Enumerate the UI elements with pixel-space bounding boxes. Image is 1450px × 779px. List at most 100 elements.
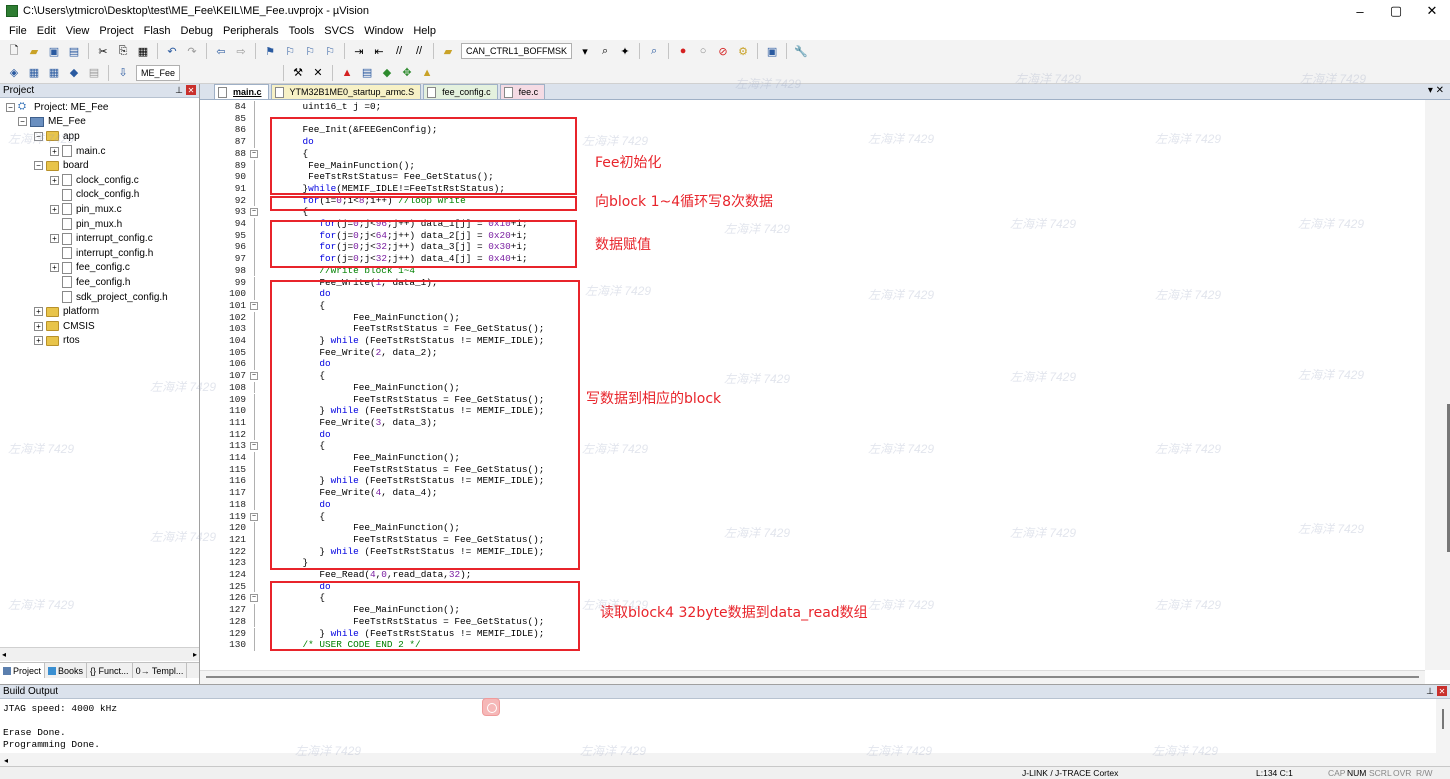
scroll-right-icon[interactable]: ▸ (193, 650, 197, 659)
minimize-button[interactable]: – (1342, 0, 1378, 22)
save-icon[interactable]: ▣ (46, 43, 62, 59)
translate-icon[interactable]: ◈ (6, 65, 22, 81)
comment-icon[interactable]: // (391, 43, 407, 59)
build-output-hscrollbar[interactable]: ◂ (0, 753, 1436, 767)
project-hscrollbar[interactable]: ◂ ▸ (0, 647, 199, 661)
tree-item[interactable]: + main.c (0, 144, 199, 159)
batch-build-icon[interactable]: ◆ (66, 65, 82, 81)
tab-functions[interactable]: {} Funct... (87, 663, 133, 678)
tree-item[interactable]: pin_mux.h (0, 217, 199, 232)
pack-manager-icon[interactable]: ▲ (419, 65, 435, 81)
collapse-icon[interactable]: − (34, 131, 43, 141)
fold-toggle-icon[interactable]: − (250, 442, 258, 451)
tab-startup-s[interactable]: YTM32B1ME0_startup_armc.S (270, 84, 422, 99)
code-line[interactable]: 84 uint16_t j =0; (200, 101, 1425, 113)
fold-toggle-icon[interactable]: − (250, 301, 258, 310)
fold-toggle-icon[interactable]: − (250, 512, 258, 521)
pin-icon[interactable]: ⊥ (175, 85, 183, 96)
uncomment-icon[interactable]: // (411, 43, 427, 59)
next-bookmark-icon[interactable]: ⚐ (302, 43, 318, 59)
undo-icon[interactable]: ↶ (164, 43, 180, 59)
expand-icon[interactable]: + (34, 321, 43, 331)
menu-help[interactable]: Help (408, 25, 441, 37)
tab-list-dropdown-icon[interactable]: ▾ ✕ (1428, 85, 1444, 96)
editor-vscrollbar[interactable] (1425, 100, 1450, 670)
rte-icon[interactable]: ◆ (379, 65, 395, 81)
download-icon[interactable]: ⇩ (115, 65, 131, 81)
manage-components-icon[interactable]: ✕ (310, 65, 326, 81)
editor-hscrollbar[interactable] (200, 670, 1425, 684)
stop-build-icon[interactable]: ▤ (86, 65, 102, 81)
menu-file[interactable]: File (4, 25, 32, 37)
build-output-text[interactable]: JTAG speed: 4000 kHz Erase Done. Program… (3, 703, 117, 751)
fold-toggle-icon[interactable]: − (250, 594, 258, 603)
collapse-icon[interactable]: − (6, 102, 15, 112)
find-dropdown-icon[interactable]: ▾ (577, 43, 593, 59)
fold-toggle-icon[interactable]: − (250, 372, 258, 381)
tree-item[interactable]: − ME_Fee (0, 115, 199, 130)
tree-item[interactable]: + rtos (0, 334, 199, 349)
save-all-icon[interactable]: ▤ (66, 43, 82, 59)
tree-item[interactable]: − app (0, 129, 199, 144)
tab-fee-config-c[interactable]: fee_config.c (423, 84, 498, 99)
menu-svcs[interactable]: SVCS (319, 25, 359, 37)
expand-icon[interactable]: + (50, 175, 59, 185)
code-line[interactable]: 124 Fee_Read(4,0,read_data,32); (200, 569, 1425, 581)
expand-icon[interactable]: + (50, 146, 59, 156)
build-output-vscrollbar[interactable] (1436, 699, 1450, 767)
tree-item[interactable]: + CMSIS (0, 319, 199, 334)
menu-view[interactable]: View (61, 25, 95, 37)
collapse-icon[interactable]: − (34, 161, 43, 171)
fold-toggle-icon[interactable]: − (250, 208, 258, 217)
menu-peripherals[interactable]: Peripherals (218, 25, 284, 37)
unindent-icon[interactable]: ⇤ (371, 43, 387, 59)
build-icon[interactable]: ▦ (26, 65, 42, 81)
disable-breakpoint-icon[interactable]: ○ (695, 43, 711, 59)
debug-session-icon[interactable]: ⌕ (646, 43, 662, 59)
tree-item[interactable]: sdk_project_config.h (0, 290, 199, 305)
manage-rte-icon[interactable]: ✥ (399, 65, 415, 81)
code-area[interactable]: 130 /* USER CODE END 2 */129 } while (Fe… (200, 100, 1425, 670)
kill-breakpoints-icon[interactable]: ⊘ (715, 43, 731, 59)
paste-icon[interactable]: ▦ (135, 43, 151, 59)
close-button[interactable]: ✕ (1414, 0, 1450, 22)
window-layout-icon[interactable]: ▣ (764, 43, 780, 59)
indent-icon[interactable]: ⇥ (351, 43, 367, 59)
cut-icon[interactable]: ✂ (95, 43, 111, 59)
close-icon[interactable]: ✕ (186, 85, 196, 95)
find-in-files-icon[interactable]: ▰ (440, 43, 456, 59)
expand-icon[interactable]: + (50, 204, 59, 214)
target-options-icon[interactable]: ⚒ (290, 65, 306, 81)
editor-hscroll-thumb[interactable] (206, 676, 1419, 678)
tree-item[interactable]: + pin_mux.c (0, 202, 199, 217)
tab-main-c[interactable]: main.c (214, 84, 269, 99)
tree-item[interactable]: + platform (0, 304, 199, 319)
find-combo[interactable]: CAN_CTRL1_BOFFMSK (461, 43, 573, 59)
open-file-icon[interactable]: ▰ (26, 43, 42, 59)
menu-edit[interactable]: Edit (32, 25, 61, 37)
bookmark-icon[interactable]: ⚑ (262, 43, 278, 59)
menu-project[interactable]: Project (94, 25, 138, 37)
tree-item[interactable]: + fee_config.c (0, 261, 199, 276)
tab-fee-c[interactable]: fee.c (499, 84, 546, 99)
rebuild-icon[interactable]: ▦ (46, 65, 62, 81)
menu-tools[interactable]: Tools (284, 25, 320, 37)
pin-icon[interactable]: ⊥ (1426, 686, 1434, 697)
menu-debug[interactable]: Debug (176, 25, 218, 37)
debug-settings-icon[interactable]: ⚙ (735, 43, 751, 59)
tree-item[interactable]: interrupt_config.h (0, 246, 199, 261)
tree-item[interactable]: fee_config.h (0, 275, 199, 290)
target-select[interactable]: ME_Fee (136, 64, 181, 81)
maximize-button[interactable]: ▢ (1378, 0, 1414, 22)
collapse-icon[interactable]: − (18, 117, 27, 127)
expand-icon[interactable]: + (50, 234, 59, 244)
tab-templates[interactable]: 0→ Templ... (133, 663, 188, 678)
expand-icon[interactable]: + (34, 307, 43, 317)
close-icon[interactable]: ✕ (1437, 686, 1447, 696)
tree-item[interactable]: clock_config.h (0, 188, 199, 203)
redo-icon[interactable]: ↷ (184, 43, 200, 59)
tree-item[interactable]: + clock_config.c (0, 173, 199, 188)
find-icon[interactable]: ⌕ (597, 43, 613, 59)
prev-bookmark-icon[interactable]: ⚐ (282, 43, 298, 59)
tab-books[interactable]: Books (45, 663, 88, 678)
